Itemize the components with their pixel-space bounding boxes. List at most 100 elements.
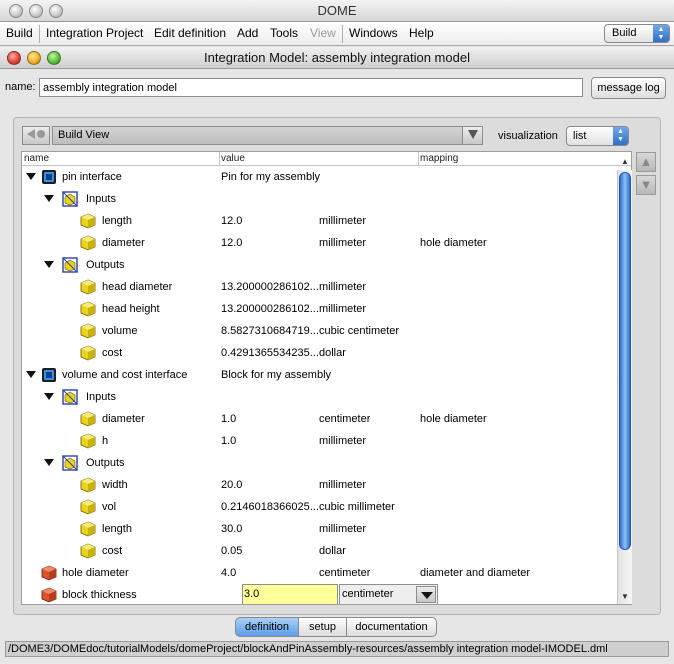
scroll-up-arrow-icon[interactable]: ▲ — [619, 156, 631, 168]
menu-bar: Build Integration Project Edit definitio… — [0, 22, 674, 46]
menu-integration-project[interactable]: Integration Project — [42, 22, 147, 45]
row-value[interactable]: 1.0 — [221, 408, 236, 430]
real-icon — [41, 587, 57, 603]
row-name: head height — [102, 303, 160, 315]
tab-definition[interactable]: definition — [235, 617, 299, 637]
row-name: Outputs — [86, 457, 125, 469]
row-unit: millimeter — [319, 237, 367, 249]
menu-separator — [342, 25, 343, 43]
message-log-button[interactable]: message log — [591, 77, 666, 99]
table-row[interactable]: cost 0.4291365534235... dollar — [22, 342, 618, 364]
visualization-select[interactable]: list ▲ ▼ — [566, 126, 629, 146]
row-value[interactable]: Pin for my assembly — [221, 166, 320, 188]
row-unit: millimeter — [319, 303, 367, 315]
table-row[interactable]: Inputs — [22, 188, 618, 210]
unit-select-value: centimeter — [342, 588, 394, 600]
expand-triangle-icon[interactable] — [44, 393, 54, 400]
row-value[interactable]: 4.0 — [221, 562, 236, 584]
menu-add[interactable]: Add — [233, 22, 262, 45]
table-row[interactable]: head diameter 13.200000286102... millimete… — [22, 276, 618, 298]
app-title: DOME — [317, 3, 357, 18]
table-row[interactable]: h 1.0 millimeter — [22, 430, 618, 452]
row-value[interactable]: 30.0 — [221, 518, 242, 540]
parameter-icon — [80, 279, 96, 295]
row-mapping: diameter and diameter — [420, 567, 531, 579]
dropdown-arrow-icon[interactable] — [416, 586, 436, 603]
table-row[interactable]: width 20.0 millimeter — [22, 474, 618, 496]
close-icon[interactable] — [7, 51, 21, 65]
table-row[interactable]: diameter 1.0 centimeter hole diameter — [22, 408, 618, 430]
scrollbar-thumb[interactable] — [619, 172, 631, 550]
parameter-icon — [80, 345, 96, 361]
visualization-label: visualization — [498, 130, 558, 142]
row-value[interactable]: 1.0 — [221, 430, 236, 452]
row-value[interactable]: Block for my assembly — [221, 364, 331, 386]
view-select[interactable]: Build View — [52, 126, 483, 145]
row-name: Outputs — [86, 259, 125, 271]
expand-triangle-icon[interactable] — [26, 371, 36, 378]
zoom-window-icon[interactable] — [49, 4, 63, 18]
column-header-mapping[interactable]: mapping — [420, 152, 458, 166]
table-row[interactable]: length 30.0 millimeter — [22, 518, 618, 540]
menu-windows[interactable]: Windows — [345, 22, 402, 45]
value-edit-field[interactable]: 3.0 — [242, 584, 338, 604]
minimize-icon[interactable] — [27, 51, 41, 65]
table-row[interactable]: vol 0.2146018366025... cubic millimeter — [22, 496, 618, 518]
parameter-icon — [80, 235, 96, 251]
parameter-icon — [80, 433, 96, 449]
column-header-value[interactable]: value — [221, 152, 245, 166]
row-unit: dollar — [319, 347, 346, 359]
menu-help[interactable]: Help — [405, 22, 438, 45]
row-value[interactable]: 12.0 — [221, 232, 242, 254]
column-header-name[interactable]: name — [24, 152, 49, 166]
table-row[interactable]: head height 13.200000286102... millimeter — [22, 298, 618, 320]
table-row[interactable]: Outputs — [22, 452, 618, 474]
row-name: volume — [102, 325, 138, 337]
window-title: Integration Model: assembly integration … — [204, 50, 470, 65]
table-row[interactable]: block thickness 3.0 centimeter — [22, 584, 618, 604]
table-row[interactable]: cost 0.05 dollar — [22, 540, 618, 562]
row-value[interactable]: 13.200000286102... — [221, 298, 319, 320]
menu-view[interactable]: View — [306, 22, 340, 45]
expand-triangle-icon[interactable] — [44, 459, 54, 466]
row-value[interactable]: 0.05 — [221, 540, 242, 562]
unit-select[interactable]: centimeter — [339, 584, 438, 604]
move-up-button[interactable]: ▲ — [636, 152, 656, 172]
expand-triangle-icon[interactable] — [44, 195, 54, 202]
table-row[interactable]: Inputs — [22, 386, 618, 408]
table-row[interactable]: length 12.0 millimeter — [22, 210, 618, 232]
row-value[interactable]: 8.5827310684719... — [221, 320, 319, 342]
row-value[interactable]: 20.0 — [221, 474, 242, 496]
column-divider — [219, 152, 220, 166]
filter-icon — [62, 389, 78, 405]
model-name-input[interactable] — [39, 78, 583, 97]
menu-tools[interactable]: Tools — [266, 22, 302, 45]
table-row[interactable]: volume and cost interface Block for my as… — [22, 364, 618, 386]
table-row[interactable]: hole diameter 4.0 centimeter diameter and d… — [22, 562, 618, 584]
table-row[interactable]: volume 8.5827310684719... cubic centimeter — [22, 320, 618, 342]
build-mode-select[interactable]: Build ▲ ▼ — [604, 24, 670, 43]
tab-setup[interactable]: setup — [298, 617, 347, 637]
menu-edit-definition[interactable]: Edit definition — [150, 22, 230, 45]
row-value[interactable]: 0.2146018366025... — [221, 496, 319, 518]
table-row[interactable]: Outputs — [22, 254, 618, 276]
tab-documentation[interactable]: documentation — [346, 617, 437, 637]
row-value[interactable]: 13.200000286102... — [221, 276, 319, 298]
row-name: volume and cost interface — [62, 369, 188, 381]
menu-build[interactable]: Build — [2, 22, 37, 45]
minimize-window-icon[interactable] — [29, 4, 43, 18]
scroll-down-arrow-icon[interactable]: ▼ — [619, 591, 631, 603]
row-value[interactable]: 0.4291365534235... — [221, 342, 319, 364]
back-button[interactable] — [22, 126, 50, 145]
move-down-button[interactable]: ▼ — [636, 175, 656, 195]
close-window-icon[interactable] — [9, 4, 23, 18]
expand-triangle-icon[interactable] — [44, 261, 54, 268]
table-row[interactable]: pin interface Pin for my assembly — [22, 166, 618, 188]
row-name: cost — [102, 347, 123, 359]
table-row[interactable]: diameter 12.0 millimeter hole diameter — [22, 232, 618, 254]
expand-triangle-icon[interactable] — [26, 173, 36, 180]
updown-arrows-icon: ▲ ▼ — [653, 25, 669, 42]
row-value[interactable]: 12.0 — [221, 210, 242, 232]
row-unit: millimeter — [319, 479, 367, 491]
zoom-icon[interactable] — [47, 51, 61, 65]
